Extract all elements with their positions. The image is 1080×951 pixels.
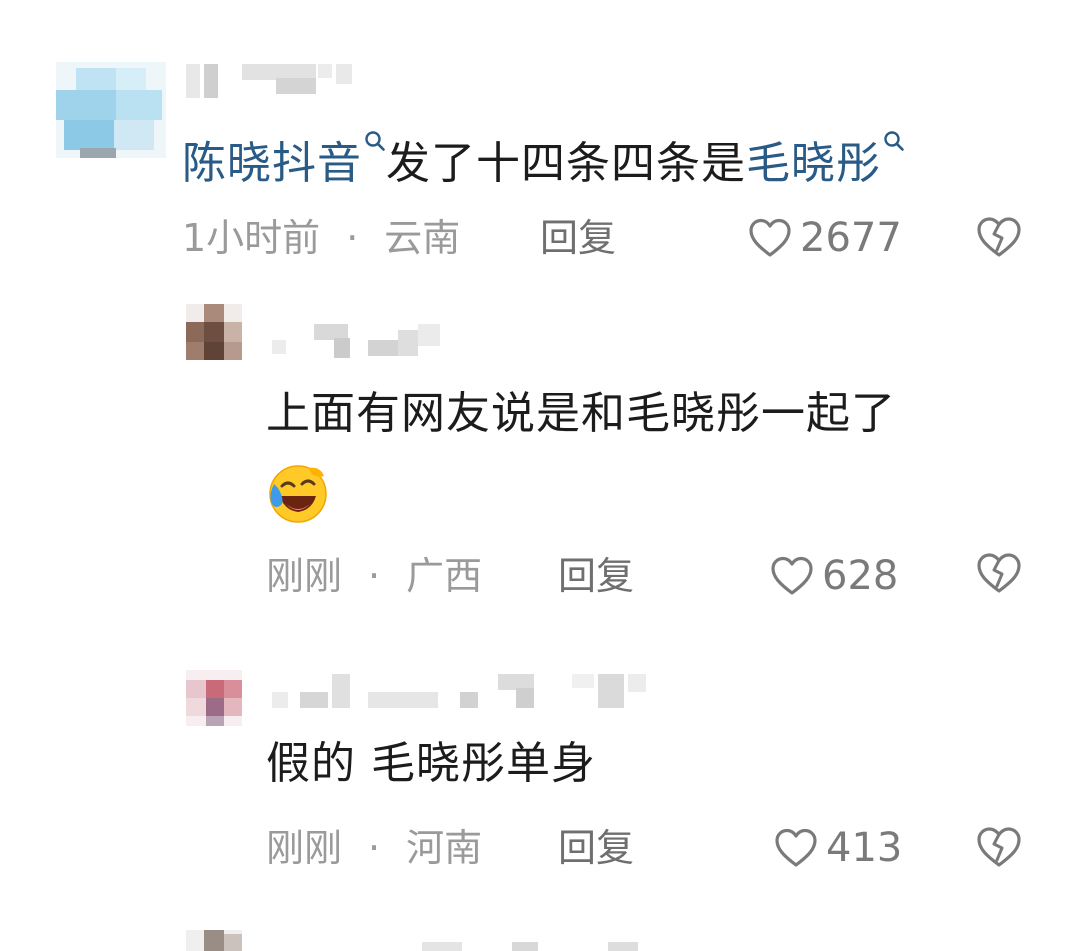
comment-text: 陈晓抖音 发了十四条四条是毛晓彤 <box>182 130 905 192</box>
heart-outline-icon <box>771 556 813 595</box>
like-count: 2677 <box>800 215 902 261</box>
username-redacted[interactable] <box>272 674 672 714</box>
comment-1: 陈晓抖音 发了十四条四条是毛晓彤 1小时前 · 云南 回复 2677 <box>0 0 1080 290</box>
reply-button[interactable]: 回复 <box>540 214 616 262</box>
username-redacted[interactable] <box>272 942 672 951</box>
avatar[interactable] <box>186 304 242 360</box>
timestamp: 刚刚 <box>266 826 343 870</box>
avatar[interactable] <box>186 930 242 951</box>
username-redacted[interactable] <box>186 64 356 104</box>
comment-2: 上面有网友说是和毛晓彤一起了 刚刚 · 广西 回复 628 <box>0 290 1080 640</box>
comment-meta: 1小时前 · 云南 <box>182 214 460 262</box>
search-icon[interactable] <box>364 130 386 152</box>
location: 广西 <box>406 554 483 598</box>
heart-outline-icon <box>775 828 817 867</box>
broken-heart-icon[interactable] <box>976 216 1022 258</box>
separator: · <box>368 554 381 598</box>
search-icon[interactable] <box>883 130 905 152</box>
location: 河南 <box>406 826 483 870</box>
comment-3: 假的 毛晓彤单身 刚刚 · 河南 回复 413 <box>0 660 1080 900</box>
like-count: 628 <box>822 553 899 599</box>
like-button[interactable]: 413 <box>774 824 902 872</box>
username-redacted[interactable] <box>272 324 452 364</box>
like-button[interactable]: 628 <box>770 552 898 600</box>
location: 云南 <box>384 216 461 260</box>
like-button[interactable]: 2677 <box>748 214 902 262</box>
comment-text: 上面有网友说是和毛晓彤一起了 <box>266 388 896 439</box>
timestamp: 1小时前 <box>182 216 321 260</box>
broken-heart-icon[interactable] <box>976 826 1022 868</box>
comment-meta: 刚刚 · 河南 <box>266 824 482 872</box>
avatar[interactable] <box>56 62 166 158</box>
comment-meta: 刚刚 · 广西 <box>266 552 482 600</box>
comment-4-partial <box>0 928 1080 951</box>
heart-outline-icon <box>749 218 791 257</box>
reply-button[interactable]: 回复 <box>558 824 634 872</box>
reply-button[interactable]: 回复 <box>558 552 634 600</box>
mention-link[interactable]: 陈晓抖音 <box>182 138 362 189</box>
comment-text-plain: 发了十四条四条是 <box>386 138 746 189</box>
comment-text: 假的 毛晓彤单身 <box>266 738 596 789</box>
mention-link[interactable]: 毛晓彤 <box>746 138 881 189</box>
like-count: 413 <box>826 825 903 871</box>
avatar[interactable] <box>186 670 242 726</box>
laughing-crying-face-icon <box>269 465 327 523</box>
broken-heart-icon[interactable] <box>976 552 1022 594</box>
timestamp: 刚刚 <box>266 554 343 598</box>
separator: · <box>346 216 359 260</box>
separator: · <box>368 826 381 870</box>
